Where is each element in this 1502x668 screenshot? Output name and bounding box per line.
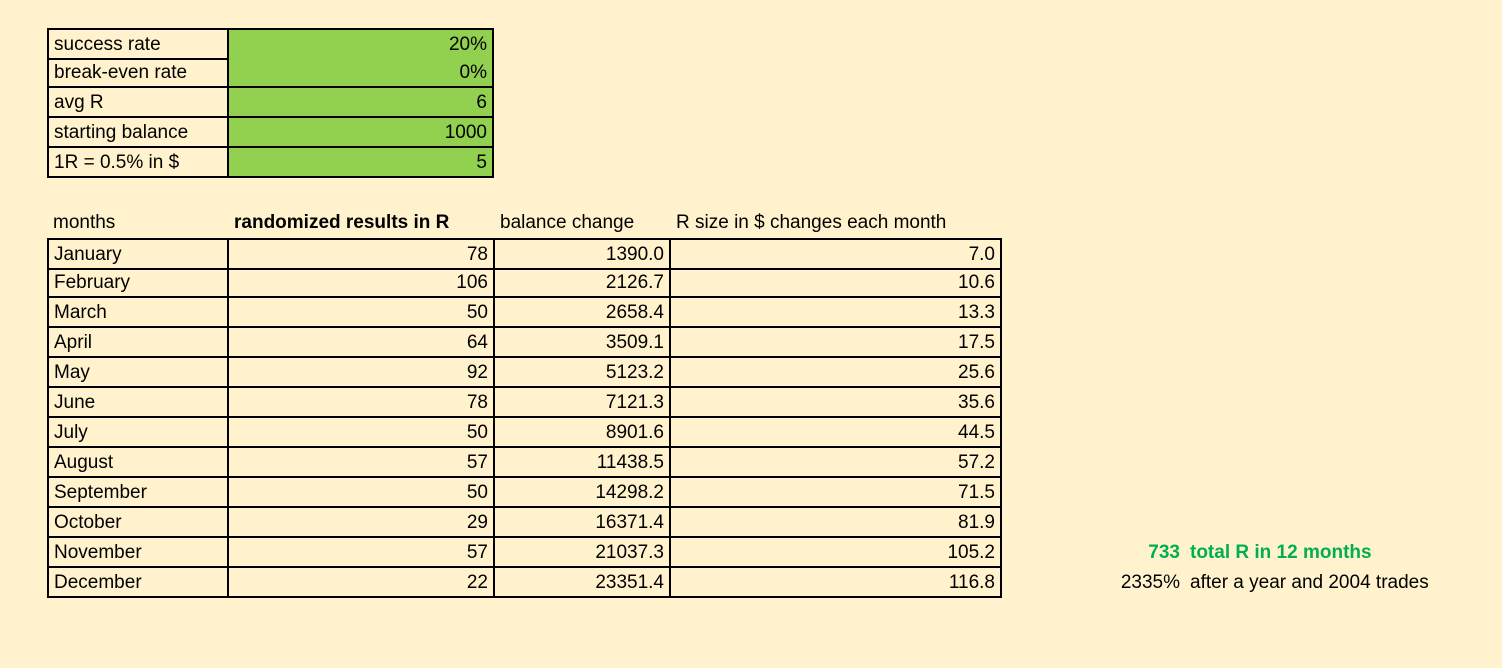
param-value[interactable]: 5 [227, 148, 494, 178]
r-size-cell: 71.5 [669, 478, 1002, 508]
r-size-cell: 13.3 [669, 298, 1002, 328]
growth-value: 2335% [1120, 572, 1180, 593]
param-label: success rate [47, 28, 229, 60]
r-result-cell: 64 [227, 328, 495, 358]
balance-cell: 16371.4 [493, 508, 671, 538]
header-months: months [53, 212, 116, 233]
month-cell: July [47, 418, 229, 448]
header-randomized-results: randomized results in R [234, 212, 450, 233]
r-result-cell: 50 [227, 478, 495, 508]
param-label: starting balance [47, 118, 229, 148]
param-value[interactable]: 6 [227, 88, 494, 118]
header-r-size: R size in $ changes each month [676, 212, 947, 233]
r-size-cell: 35.6 [669, 388, 1002, 418]
balance-cell: 11438.5 [493, 448, 671, 478]
r-result-cell: 78 [227, 388, 495, 418]
r-result-cell: 106 [227, 268, 495, 298]
r-result-cell: 22 [227, 568, 495, 598]
month-cell: May [47, 358, 229, 388]
r-result-cell: 57 [227, 538, 495, 568]
balance-cell: 14298.2 [493, 478, 671, 508]
month-cell: June [47, 388, 229, 418]
param-label: 1R = 0.5% in $ [47, 148, 229, 178]
balance-cell: 1390.0 [493, 238, 671, 270]
month-cell: October [47, 508, 229, 538]
r-result-cell: 92 [227, 358, 495, 388]
total-r-label: total R in 12 months [1190, 542, 1372, 563]
r-size-cell: 116.8 [669, 568, 1002, 598]
r-size-cell: 17.5 [669, 328, 1002, 358]
param-value[interactable]: 1000 [227, 118, 494, 148]
r-result-cell: 57 [227, 448, 495, 478]
balance-cell: 2658.4 [493, 298, 671, 328]
balance-cell: 2126.7 [493, 268, 671, 298]
param-value[interactable]: 0% [227, 58, 494, 88]
month-cell: March [47, 298, 229, 328]
r-size-cell: 81.9 [669, 508, 1002, 538]
balance-cell: 8901.6 [493, 418, 671, 448]
r-size-cell: 105.2 [669, 538, 1002, 568]
month-cell: November [47, 538, 229, 568]
total-r-summary: 733 total R in 12 months [1120, 538, 1372, 568]
r-size-cell: 10.6 [669, 268, 1002, 298]
r-size-cell: 25.6 [669, 358, 1002, 388]
r-result-cell: 50 [227, 298, 495, 328]
balance-cell: 5123.2 [493, 358, 671, 388]
month-cell: April [47, 328, 229, 358]
r-size-cell: 44.5 [669, 418, 1002, 448]
param-label: break-even rate [47, 58, 229, 88]
month-cell: December [47, 568, 229, 598]
r-result-cell: 50 [227, 418, 495, 448]
param-label: avg R [47, 88, 229, 118]
growth-summary: 2335% after a year and 2004 trades [1120, 568, 1429, 598]
total-r-value: 733 [1148, 542, 1180, 563]
balance-cell: 7121.3 [493, 388, 671, 418]
month-cell: January [47, 238, 229, 270]
month-cell: August [47, 448, 229, 478]
r-size-cell: 57.2 [669, 448, 1002, 478]
r-result-cell: 29 [227, 508, 495, 538]
balance-cell: 23351.4 [493, 568, 671, 598]
r-result-cell: 78 [227, 238, 495, 270]
balance-cell: 3509.1 [493, 328, 671, 358]
header-balance-change: balance change [500, 212, 635, 233]
param-value[interactable]: 20% [227, 28, 494, 60]
month-cell: September [47, 478, 229, 508]
balance-cell: 21037.3 [493, 538, 671, 568]
r-size-cell: 7.0 [669, 238, 1002, 270]
month-cell: February [47, 268, 229, 298]
growth-label: after a year and 2004 trades [1190, 572, 1429, 593]
